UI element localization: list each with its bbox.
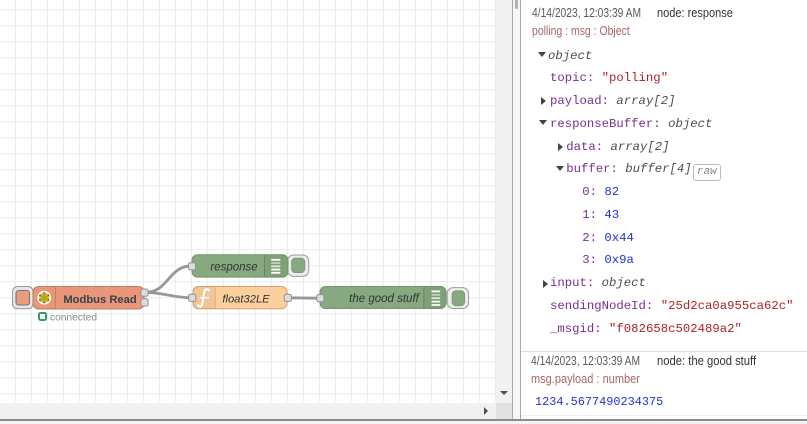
svg-text:connected: connected [50, 312, 97, 323]
svg-text:the good stuff: the good stuff [349, 293, 420, 305]
svg-text:float32LE: float32LE [222, 293, 270, 305]
svg-text:response: response [210, 261, 257, 273]
svg-text:Modbus Read: Modbus Read [63, 294, 137, 306]
